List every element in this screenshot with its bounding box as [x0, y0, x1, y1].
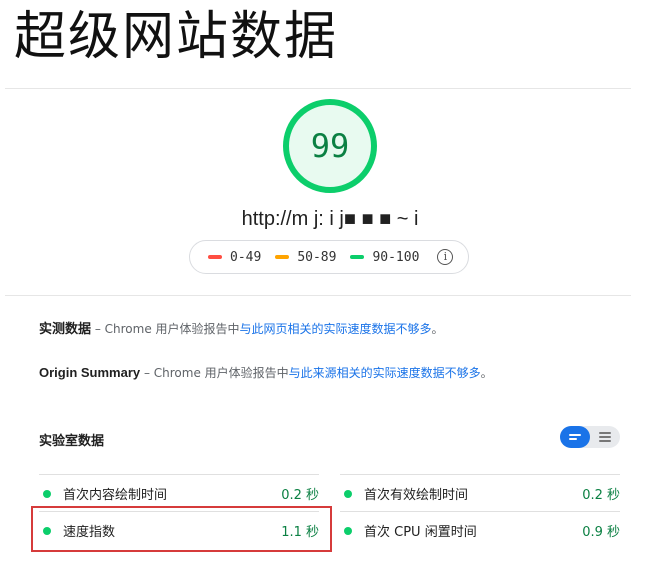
speed-index-highlight: [31, 506, 332, 552]
field-data-row: 实测数据 – Chrome 用户体验报告中与此网页相关的实际速度数据不够多。: [39, 321, 444, 336]
performance-score: 99: [310, 127, 350, 165]
legend-average: 50-89: [275, 250, 336, 265]
score-legend: 0-49 50-89 90-100 i: [189, 240, 469, 274]
compact-view-icon[interactable]: [560, 426, 590, 448]
section-divider: [5, 295, 631, 296]
tested-url: http://m j: i j■ ■ ■ ~ i: [241, 208, 419, 230]
info-icon[interactable]: i: [437, 249, 454, 265]
field-data-link[interactable]: 与此网页相关的实际速度数据不够多: [240, 322, 432, 336]
pass-dot-icon: [43, 489, 51, 498]
legend-fail: 0-49: [208, 250, 261, 265]
pass-dot-icon: [344, 526, 352, 535]
page-title: 超级网站数据: [14, 7, 339, 67]
field-data-heading: 实测数据: [39, 321, 92, 336]
origin-summary-link[interactable]: 与此来源相关的实际速度数据不够多: [289, 366, 481, 380]
metric-first-meaningful-paint: 首次有效绘制时间 0.2 秒: [340, 474, 620, 512]
origin-summary-row: Origin Summary – Chrome 用户体验报告中与此来源相关的实际…: [39, 365, 493, 380]
lab-data-heading: 实验室数据: [39, 434, 105, 449]
expanded-view-icon[interactable]: [590, 426, 620, 448]
fail-dash-icon: [208, 255, 222, 259]
pass-dash-icon: [350, 255, 365, 259]
origin-summary-heading: Origin Summary: [39, 365, 141, 380]
pass-dot-icon: [344, 489, 352, 498]
legend-pass: 90-100: [350, 250, 419, 265]
top-divider: [5, 88, 631, 89]
metric-first-cpu-idle: 首次 CPU 闲置时间 0.9 秒: [340, 511, 620, 549]
view-toggle[interactable]: [560, 426, 620, 448]
average-dash-icon: [275, 255, 290, 259]
